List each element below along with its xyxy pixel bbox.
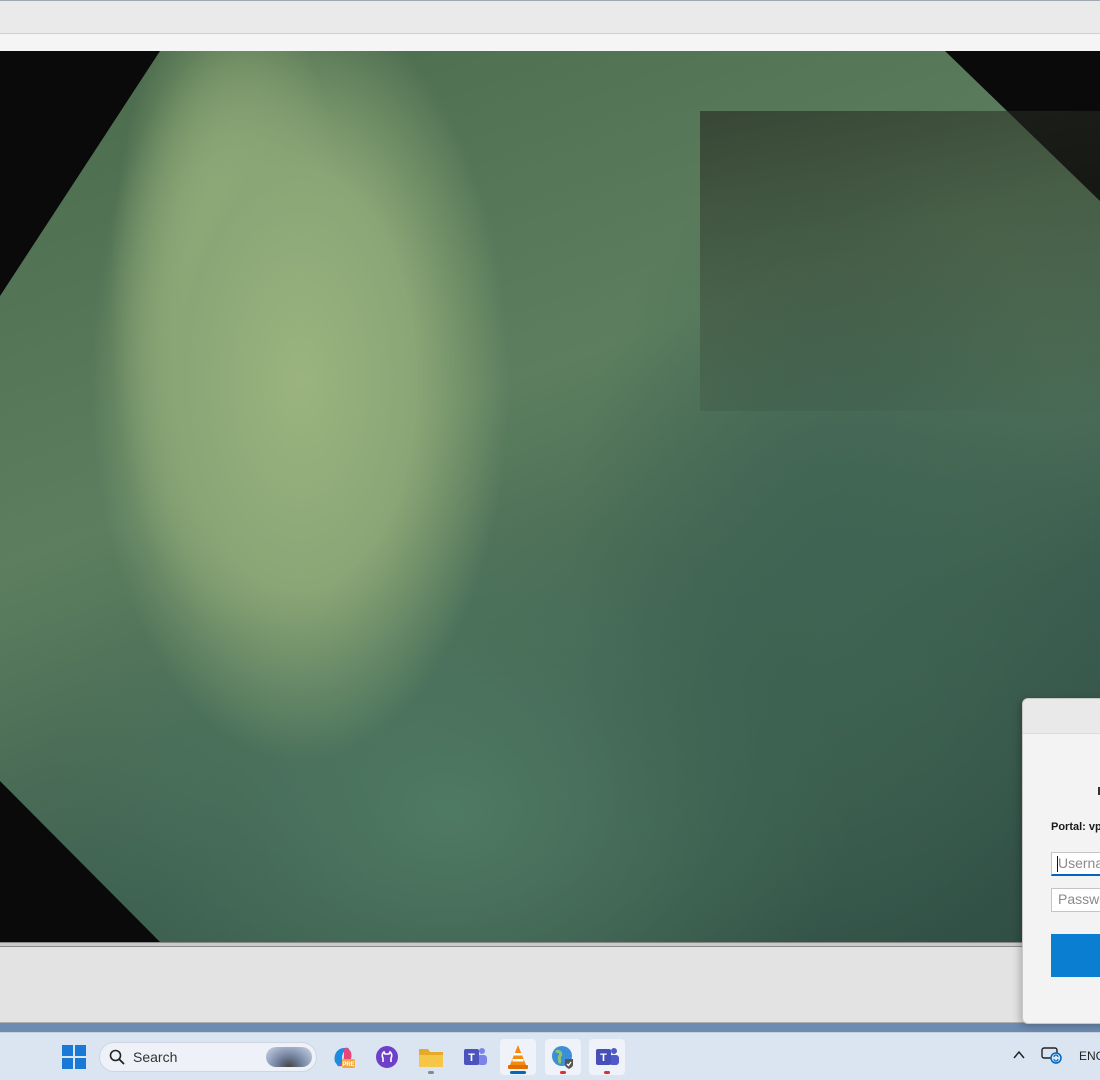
file-explorer-icon — [419, 1049, 443, 1067]
teams-classic-icon: T — [596, 1048, 619, 1065]
language-indicator[interactable]: ENG — [1079, 1049, 1100, 1063]
alert-indicator — [560, 1071, 566, 1074]
start-button[interactable] — [56, 1039, 92, 1075]
search-highlight-icon — [266, 1047, 312, 1067]
toolbar-strip — [0, 33, 1100, 51]
taskbar: Search PRE T T EN — [0, 1032, 1100, 1080]
password-field[interactable]: Passwo — [1051, 888, 1100, 912]
taskbar-app-github[interactable] — [369, 1039, 405, 1075]
vlc-icon — [508, 1045, 528, 1069]
dialog-title-bar[interactable] — [1023, 699, 1100, 734]
running-indicator — [428, 1071, 434, 1074]
search-label: Search — [133, 1049, 178, 1065]
svg-text:T: T — [600, 1052, 607, 1064]
globe-vpn-icon — [552, 1046, 573, 1069]
vpn-login-dialog: Portal: vp Userna Passwo — [1022, 698, 1100, 1024]
svg-text:PRE: PRE — [342, 1062, 354, 1068]
connect-button[interactable] — [1051, 934, 1100, 977]
taskbar-app-teams[interactable]: T — [457, 1039, 493, 1075]
taskbar-app-vlc[interactable] — [500, 1039, 536, 1075]
show-hidden-icons-chevron-icon[interactable] — [1013, 1047, 1025, 1063]
portal-label: Portal: vp — [1051, 821, 1100, 833]
player-controls-panel — [0, 947, 1100, 1023]
svg-text:T: T — [468, 1052, 475, 1064]
taskbar-app-vpn[interactable] — [545, 1039, 581, 1075]
search-icon — [109, 1049, 125, 1065]
windows-logo-icon — [62, 1045, 86, 1069]
teams-icon: T — [464, 1048, 487, 1065]
username-field[interactable]: Userna — [1051, 852, 1100, 876]
alert-indicator — [604, 1071, 610, 1074]
copilot-icon: PRE — [334, 1047, 355, 1068]
video-frame[interactable] — [0, 51, 1100, 942]
network-sync-icon[interactable] — [1041, 1045, 1063, 1070]
active-indicator — [510, 1071, 526, 1074]
taskbar-app-copilot[interactable]: PRE — [325, 1039, 361, 1075]
video-shadow-region — [700, 111, 1100, 411]
desktop-background — [0, 1023, 1100, 1032]
taskbar-search[interactable]: Search — [99, 1042, 317, 1072]
taskbar-app-teams-classic[interactable]: T — [589, 1039, 625, 1075]
window-title-bar — [0, 0, 1100, 33]
github-desktop-icon — [376, 1046, 398, 1068]
taskbar-app-file-explorer[interactable] — [413, 1039, 449, 1075]
